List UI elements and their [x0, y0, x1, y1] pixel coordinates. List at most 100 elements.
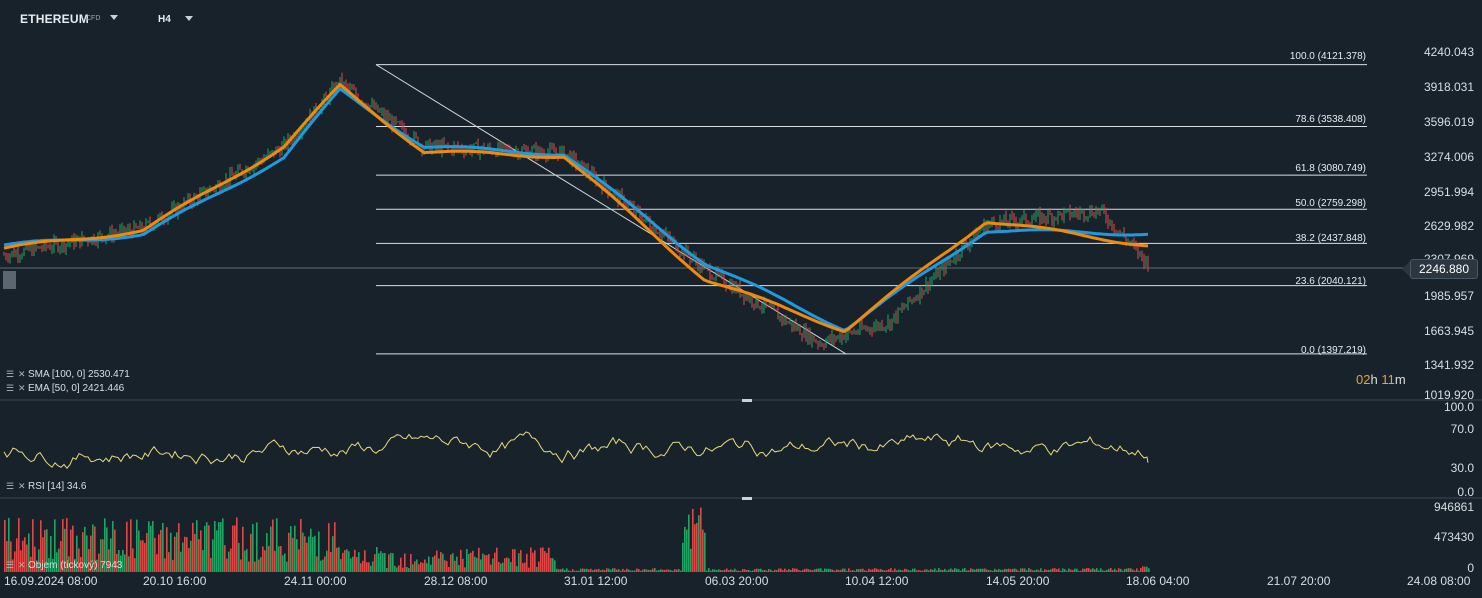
close-icon[interactable]: ✕	[18, 369, 26, 380]
volume-bar	[782, 570, 784, 572]
volume-bar	[170, 532, 172, 572]
volume-bar	[1046, 569, 1048, 572]
volume-bar	[1008, 568, 1010, 572]
volume-bar	[1090, 569, 1092, 572]
volume-bar	[900, 569, 902, 572]
volume-bar	[272, 519, 274, 572]
volume-bar	[750, 570, 752, 572]
volume-bar	[770, 569, 772, 572]
sma-legend-label: SMA [100, 0]	[28, 369, 86, 380]
volume-bar	[518, 553, 520, 572]
volume-bar	[864, 570, 866, 572]
volume-bar	[564, 570, 566, 572]
volume-bar	[296, 539, 298, 572]
volume-bar	[756, 568, 758, 572]
rsi-legend[interactable]: ☰ ✕ RSI [14] 34.6	[6, 481, 86, 492]
volume-bar	[646, 569, 648, 572]
volume-bar	[238, 542, 240, 572]
fib-level-label: 50.0 (2759.298)	[1295, 198, 1366, 209]
volume-bar	[1018, 570, 1020, 572]
countdown-minutes: 11	[1381, 372, 1395, 387]
volume-bar	[540, 547, 542, 572]
settings-icon[interactable]: ☰	[6, 369, 16, 380]
volume-bar	[1000, 569, 1002, 572]
volume-bar	[734, 568, 736, 572]
volume-bar	[590, 568, 592, 572]
volume-bar	[474, 556, 476, 572]
volume-bar	[554, 560, 556, 572]
volume-bar	[1136, 568, 1138, 572]
close-icon[interactable]: ✕	[18, 481, 26, 492]
close-icon[interactable]: ✕	[18, 383, 26, 394]
volume-bar	[1146, 566, 1148, 572]
settings-icon[interactable]: ☰	[6, 481, 16, 492]
volume-bar	[668, 569, 670, 572]
volume-bar	[414, 561, 416, 572]
volume-bar	[394, 565, 396, 572]
volume-bar	[362, 560, 364, 572]
volume-bar	[456, 556, 458, 572]
pane-resize-handle[interactable]	[742, 497, 752, 500]
volume-bar	[934, 568, 936, 572]
fib-level-label: 23.6 (2040.121)	[1295, 276, 1366, 287]
settings-icon[interactable]: ☰	[6, 383, 16, 394]
volume-bar	[192, 522, 194, 572]
rsi-tick: 0.0	[1457, 485, 1474, 499]
ema-legend-value: 2421.446	[82, 383, 125, 394]
volume-bar	[828, 568, 830, 572]
volume-bar	[262, 546, 264, 572]
volume-bar	[758, 568, 760, 572]
volume-bar	[532, 552, 534, 572]
volume-bar	[1138, 570, 1140, 572]
volume-bar	[792, 568, 794, 572]
volume-bar	[342, 552, 344, 572]
volume-bar	[250, 533, 252, 572]
volume-bar	[188, 548, 190, 572]
volume-bar	[710, 570, 712, 572]
volume-bar	[186, 537, 188, 572]
pane-resize-handle[interactable]	[742, 399, 752, 402]
volume-bar	[644, 569, 646, 572]
volume-bar	[812, 570, 814, 572]
volume-bar	[446, 561, 448, 572]
ema-line	[3, 82, 1149, 334]
volume-legend[interactable]: ☰ ✕ Objem (tickový) 7943	[6, 560, 122, 571]
volume-bar	[752, 570, 754, 572]
volume-bar	[956, 568, 958, 572]
volume-tick: 0	[1467, 561, 1474, 575]
volume-bar	[578, 570, 580, 572]
settings-icon[interactable]: ☰	[6, 560, 16, 571]
volume-bar	[704, 532, 706, 572]
time-tick: 06.03 20:00	[705, 574, 769, 588]
volume-bar	[528, 567, 530, 572]
ema-legend[interactable]: ☰ ✕ EMA [50, 0] 2421.446	[6, 383, 124, 394]
volume-bar	[622, 568, 624, 572]
volume-bar	[634, 570, 636, 572]
scroll-handle[interactable]	[3, 271, 16, 289]
volume-bar	[240, 559, 242, 572]
volume-bar	[1032, 570, 1034, 572]
time-tick: 18.06 04:00	[1126, 574, 1190, 588]
volume-bar	[228, 551, 230, 572]
volume-bar	[904, 568, 906, 572]
volume-bar	[620, 570, 622, 572]
volume-bar	[396, 567, 398, 572]
volume-bar	[1096, 568, 1098, 572]
volume-bar	[982, 568, 984, 572]
volume-bar	[1042, 570, 1044, 572]
volume-bar	[310, 528, 312, 572]
chart-canvas[interactable]	[0, 0, 1482, 598]
sma-legend[interactable]: ☰ ✕ SMA [100, 0] 2530.471	[6, 369, 130, 380]
price-tick: 1985.957	[1423, 289, 1474, 303]
volume-bar	[318, 531, 320, 572]
volume-bar	[282, 555, 284, 572]
volume-bar	[950, 568, 952, 572]
close-icon[interactable]: ✕	[18, 560, 26, 571]
volume-bar	[666, 569, 668, 572]
volume-bar	[776, 570, 778, 572]
volume-bar	[402, 567, 404, 572]
countdown-hours: 02	[1356, 372, 1371, 387]
volume-bar	[226, 558, 228, 572]
volume-bar	[1082, 568, 1084, 572]
volume-bar	[332, 536, 334, 572]
